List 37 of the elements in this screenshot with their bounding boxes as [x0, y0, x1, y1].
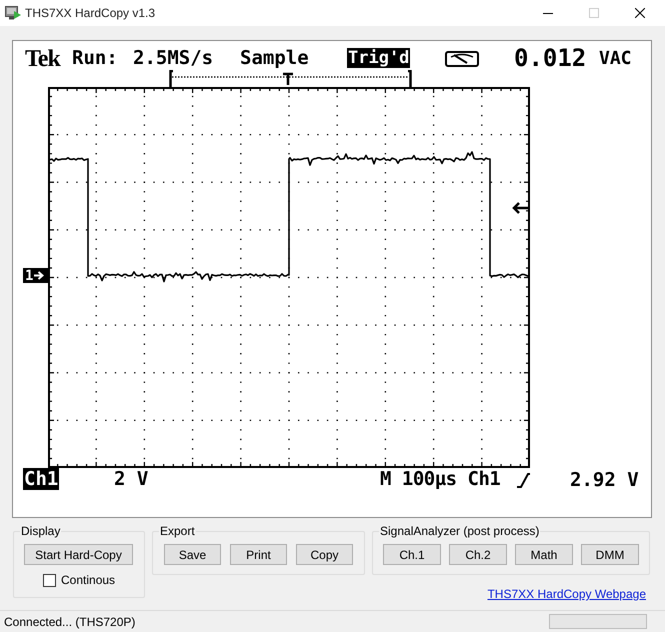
push-button[interactable]: Save	[164, 544, 221, 565]
trigger-position-icon	[282, 72, 294, 86]
brand-label: Tek	[25, 46, 60, 72]
push-button[interactable]: Copy	[296, 544, 353, 565]
push-button[interactable]: Math	[515, 544, 573, 565]
push-button[interactable]: Start Hard-Copy	[24, 544, 133, 565]
meter-icon	[445, 50, 479, 66]
group-title: Display	[20, 524, 62, 538]
webpage-link[interactable]: THS7XX HardCopy Webpage	[487, 587, 646, 601]
measurement-unit: VAC	[599, 50, 632, 68]
volts-per-division: 2 V	[114, 468, 148, 490]
status-text: Connected... (THS720P)	[3, 614, 136, 630]
sample-rate: 2.5MS/s	[133, 46, 214, 68]
rising-edge-icon	[517, 472, 530, 488]
channel-label: Ch1	[23, 468, 60, 490]
push-button[interactable]: DMM	[581, 544, 639, 565]
app-icon	[5, 6, 21, 20]
run-state: Run:	[72, 46, 118, 68]
trigger-level-icon	[512, 202, 530, 214]
group-title: Export	[159, 524, 196, 538]
window-title: THS7XX HardCopy v1.3	[25, 5, 156, 22]
checkbox[interactable]	[43, 574, 56, 586]
maximize-icon	[589, 8, 599, 18]
minimize-icon	[543, 12, 553, 14]
acquire-mode: Sample	[240, 46, 309, 68]
close-icon	[635, 8, 645, 18]
channel-number: 1	[25, 268, 34, 282]
arrow-icon	[34, 271, 44, 280]
push-button[interactable]: Ch.2	[449, 544, 507, 565]
group-title: SignalAnalyzer (post process)	[379, 524, 540, 538]
trigger-level: 2.92 V	[570, 470, 639, 490]
checkbox-label[interactable]: Continous	[61, 573, 116, 587]
push-button[interactable]: Ch.1	[383, 544, 441, 565]
trigger-status: Trig'd	[347, 48, 410, 68]
push-button[interactable]: Print	[230, 544, 287, 565]
timebase-label: M 100µs Ch1	[380, 468, 500, 490]
measurement-value: 0.012	[514, 44, 586, 72]
